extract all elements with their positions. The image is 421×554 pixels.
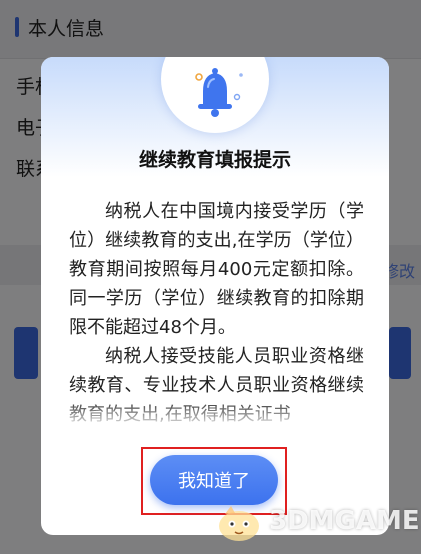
watermark: 3DMGAME xyxy=(211,500,420,544)
got-it-button[interactable]: 我知道了 xyxy=(150,455,278,505)
dialog-title: 继续教育填报提示 xyxy=(138,149,291,171)
mascot-logo-icon xyxy=(219,506,259,541)
continuing-education-dialog: 继续教育填报提示 纳税人在中国境内接受学历（学位）继续教育的支出,在学历（学位）… xyxy=(41,57,389,535)
content-fade xyxy=(69,399,364,429)
dialog-content-scroll[interactable]: 纳税人在中国境内接受学历（学位）继续教育的支出,在学历（学位）教育期间按照每月4… xyxy=(69,197,364,429)
bell-icon xyxy=(161,57,269,133)
watermark-text: 3DMGAME xyxy=(269,506,420,536)
dialog-paragraph-1: 纳税人在中国境内接受学历（学位）继续教育的支出,在学历（学位）教育期间按照每月4… xyxy=(69,201,364,338)
